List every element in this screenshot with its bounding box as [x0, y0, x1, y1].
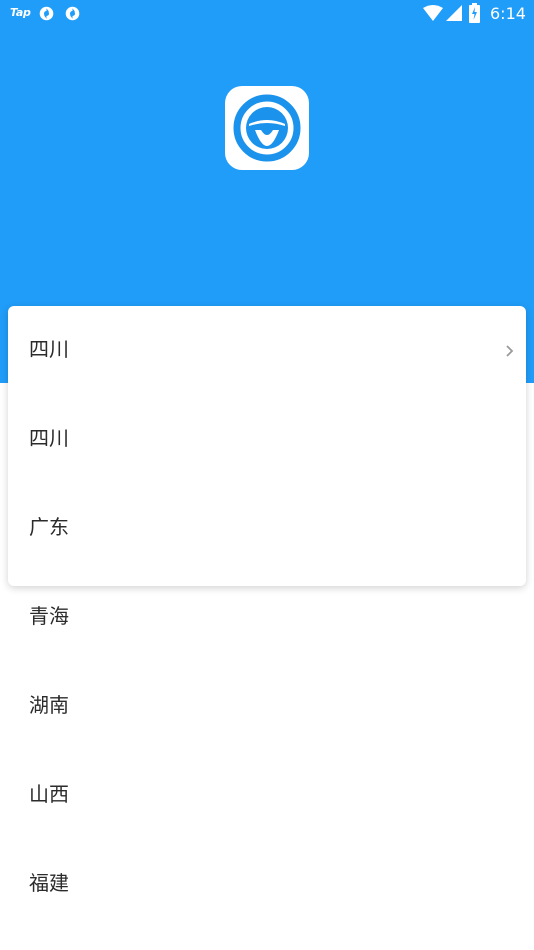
wifi-icon: [423, 5, 443, 21]
province-label: 福建: [29, 871, 69, 895]
signal-icon: [446, 5, 462, 21]
list-item[interactable]: 四川: [0, 395, 534, 484]
steering-wheel-icon: [233, 94, 301, 162]
battery-charging-icon: [469, 3, 480, 23]
list-item[interactable]: 福建: [0, 840, 534, 929]
province-label: 山西: [29, 782, 69, 806]
province-list: 四川 四川 广东 青海 湖南 山西 福建: [0, 306, 534, 929]
province-selected-label: 四川: [29, 337, 69, 361]
province-label: 青海: [29, 604, 69, 628]
province-select[interactable]: 四川: [0, 306, 534, 395]
province-label: 广东: [29, 515, 69, 539]
province-label: 四川: [29, 426, 69, 450]
status-app-label: Tap: [10, 6, 31, 19]
list-item[interactable]: 山西: [0, 751, 534, 840]
list-item[interactable]: 广东: [0, 484, 534, 573]
list-item[interactable]: 湖南: [0, 662, 534, 751]
chevron-right-icon: [506, 345, 514, 357]
app-logo: [225, 86, 309, 170]
status-bar: Tap 6:14: [0, 0, 534, 28]
province-label: 湖南: [29, 693, 69, 717]
status-time: 6:14: [490, 4, 526, 23]
sync-icon: [39, 6, 54, 21]
list-item[interactable]: 青海: [0, 573, 534, 662]
sync-icon: [65, 6, 80, 21]
